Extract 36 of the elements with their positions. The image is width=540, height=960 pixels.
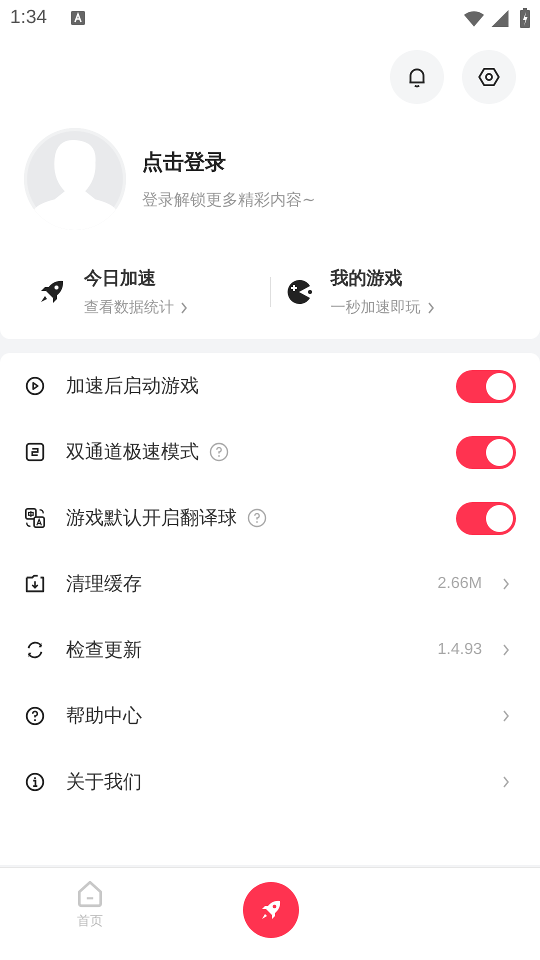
chevron-right-icon[interactable] (502, 578, 510, 590)
info-icon (24, 771, 46, 793)
toggle-switch[interactable] (456, 370, 516, 402)
folder-download-icon (24, 573, 46, 595)
setting-value: 1.4.93 (438, 641, 482, 659)
toggle-switch[interactable] (456, 502, 516, 534)
setting-label: 检查更新 (66, 638, 142, 663)
translate-icon (24, 507, 46, 529)
chevron-right-icon (426, 302, 434, 314)
login-subtitle: 登录解锁更多精彩内容~ (142, 190, 316, 210)
wifi-icon (464, 10, 484, 26)
setting-label: 关于我们 (66, 770, 142, 795)
help-icon[interactable] (247, 508, 267, 528)
status-time: 1:34 (10, 7, 47, 29)
shortcut-title[interactable]: 今日加速 (84, 266, 188, 290)
setting-label: 游戏默认开启翻译球 (66, 506, 237, 531)
setting-label: 清理缓存 (66, 572, 142, 597)
help-icon[interactable] (209, 442, 229, 462)
setting-label: 帮助中心 (66, 704, 142, 729)
chevron-right-icon[interactable] (502, 644, 510, 656)
setting-label: 双通道极速模式 (66, 440, 199, 465)
dual-channel-icon (24, 441, 46, 463)
setting-label: 加速后启动游戏 (66, 374, 199, 399)
keyboard-notification-icon (70, 11, 85, 25)
play-icon (24, 375, 46, 397)
shortcut-title[interactable]: 我的游戏 (330, 266, 434, 290)
pacman-game-icon (284, 278, 312, 306)
help-icon (24, 705, 46, 727)
chevron-right-icon[interactable] (502, 776, 510, 788)
battery-icon (520, 8, 530, 28)
setting-value: 2.66M (438, 575, 482, 593)
login-prompt[interactable]: 点击登录 (142, 148, 316, 176)
chevron-right-icon (180, 302, 188, 314)
chevron-right-icon[interactable] (502, 710, 510, 722)
toggle-switch[interactable] (456, 436, 516, 468)
signal-icon (490, 10, 510, 26)
